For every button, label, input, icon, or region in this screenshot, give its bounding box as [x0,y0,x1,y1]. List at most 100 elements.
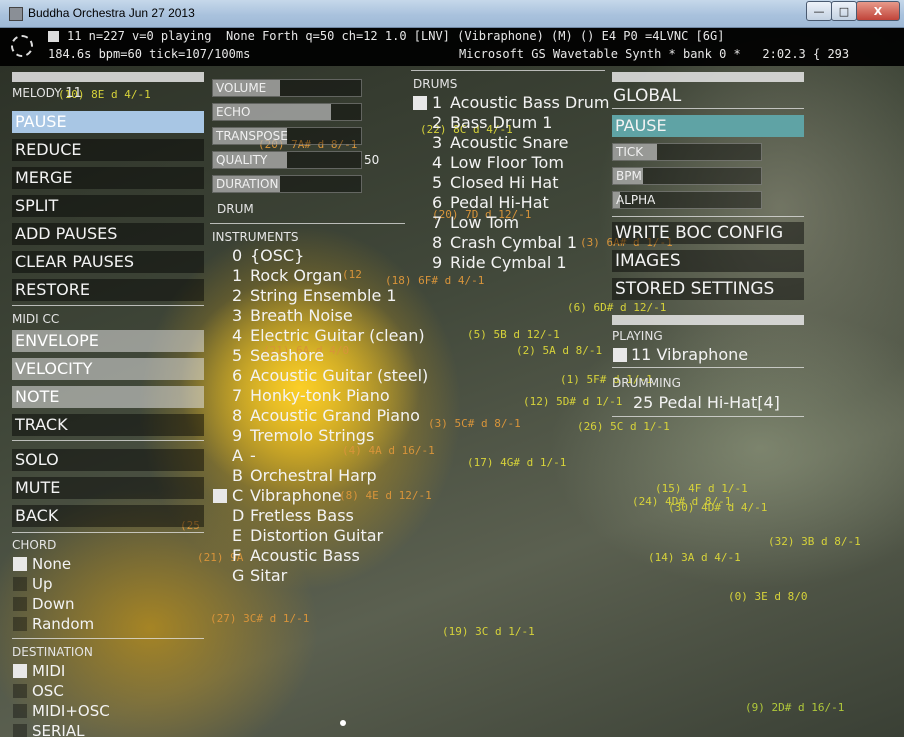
minimize-button[interactable]: — [806,1,832,21]
instrument-item[interactable]: 0 {OSC} [232,246,304,266]
instrument-item[interactable]: 2 String Ensemble 1 [232,286,397,306]
right-button-images[interactable]: IMAGES [612,250,804,272]
instrument-item[interactable]: 3 Breath Noise [232,306,353,326]
instrument-item[interactable]: 5 Seashore [232,346,324,366]
slider-duration[interactable]: DURATION [212,175,362,193]
chord-radio-down[interactable] [13,597,27,611]
cc-button-envelope[interactable]: ENVELOPE [12,330,204,352]
instrument-index: E [232,526,243,545]
chord-option-random[interactable]: Random [32,615,94,634]
drum-item[interactable]: 1 Acoustic Bass Drum [432,93,610,113]
chord-radio-random[interactable] [13,617,27,631]
gear-icon[interactable] [11,35,33,57]
instrument-item[interactable]: F Acoustic Bass [232,546,360,566]
instrument-item[interactable]: 8 Acoustic Grand Piano [232,406,420,426]
right-button-stored-settings[interactable]: STORED SETTINGS [612,278,804,300]
slider-bpm[interactable]: BPM [612,167,762,185]
drum-item[interactable]: 6 Pedal Hi-Hat [432,193,549,213]
instrument-item[interactable]: G Sitar [232,566,287,586]
drum-item[interactable]: 7 Low Tom [432,213,519,233]
drumming-value: 25 Pedal Hi-Hat[4] [633,393,780,412]
cc-button-velocity[interactable]: VELOCITY [12,358,204,380]
instrument-item[interactable]: 6 Acoustic Guitar (steel) [232,366,428,386]
right-mid-bar [612,315,804,325]
instrument-item[interactable]: E Distortion Guitar [232,526,383,546]
destination-radio-serial[interactable] [13,724,27,737]
instrument-index: D [232,506,245,525]
drum-name: Crash Cymbal 1 [450,233,578,252]
note-label: (14) 3A d 4/-1 [648,551,741,564]
cc-button-note[interactable]: NOTE [12,386,204,408]
instrument-item[interactable]: A- [232,446,256,466]
slider-tick[interactable]: TICK [612,143,762,161]
right-button-write-boc-config[interactable]: WRITE BOC CONFIG [612,222,804,244]
instrument-item[interactable]: 7 Honky-tonk Piano [232,386,390,406]
maximize-button[interactable]: □ [831,1,857,21]
chord-radio-none[interactable] [13,557,27,571]
mode-button-mute[interactable]: MUTE [12,477,204,499]
left-button-reduce[interactable]: REDUCE [12,139,204,161]
global-pause-button[interactable]: PAUSE [612,115,804,137]
destination-option-midi-osc[interactable]: MIDI+OSC [32,702,110,721]
left-button-restore[interactable]: RESTORE [12,279,204,301]
drum-label: DRUM [217,202,254,216]
left-button-merge[interactable]: MERGE [12,167,204,189]
drum-item[interactable]: 2 Bass Drum 1 [432,113,552,133]
right-separator-1 [612,216,804,217]
instrument-selected-checkbox[interactable] [213,489,227,503]
slider-alpha[interactable]: ALPHA [612,191,762,209]
drums-top-separator [411,70,605,71]
status-line-3: Microsoft GS Wavetable Synth * bank 0 * … [459,47,850,61]
destination-option-serial[interactable]: SERIAL [32,722,84,737]
instrument-item[interactable]: C Vibraphone [232,486,342,506]
slider-label: VOLUME [216,81,267,95]
right-top-bar [612,72,804,82]
instrument-item[interactable]: B Orchestral Harp [232,466,377,486]
title-bar[interactable]: Buddha Orchestra Jun 27 2013 — □ X [0,0,904,28]
instrument-item[interactable]: 9 Tremolo Strings [232,426,374,446]
playing-checkbox[interactable] [613,348,627,362]
instrument-item[interactable]: 4 Electric Guitar (clean) [232,326,425,346]
instrument-index: 1 [232,266,243,285]
drum-item[interactable]: 3 Acoustic Snare [432,133,569,153]
instruments-label: INSTRUMENTS [212,230,299,244]
slider-echo[interactable]: ECHO [212,103,362,121]
close-button[interactable]: X [856,1,900,21]
left-button-clear-pauses[interactable]: CLEAR PAUSES [12,251,204,273]
drum-item[interactable]: 5 Closed Hi Hat [432,173,559,193]
instrument-item[interactable]: D Fretless Bass [232,506,354,526]
left-button-split[interactable]: SPLIT [12,195,204,217]
slider-volume[interactable]: VOLUME [212,79,362,97]
left-button-pause[interactable]: PAUSE [12,111,204,133]
drum-item[interactable]: 4 Low Floor Tom [432,153,564,173]
destination-radio-midi[interactable] [13,664,27,678]
destination-radio-osc[interactable] [13,684,27,698]
instrument-index: 5 [232,346,243,365]
status-square-icon [48,31,59,42]
cc-button-track[interactable]: TRACK [12,414,204,436]
drum-item[interactable]: 9 Ride Cymbal 1 [432,253,567,273]
midi-cc-label: MIDI CC [12,312,60,326]
instrument-index: G [232,566,245,585]
instrument-name: Vibraphone [250,486,342,505]
chord-option-none[interactable]: None [32,555,71,574]
chord-option-down[interactable]: Down [32,595,75,614]
mode-button-back[interactable]: BACK [12,505,204,527]
destination-radio-midi-osc[interactable] [13,704,27,718]
visualizer-canvas[interactable]: 11 n=227 v=0 playing None Forth q=50 ch=… [0,28,904,737]
drum-index: 9 [432,253,443,272]
drum-selected-checkbox[interactable] [413,96,427,110]
chord-radio-up[interactable] [13,577,27,591]
destination-option-osc[interactable]: OSC [32,682,64,701]
destination-option-midi[interactable]: MIDI [32,662,65,681]
chord-option-up[interactable]: Up [32,575,53,594]
instrument-item[interactable]: 1 Rock Organ [232,266,342,286]
slider-transpose[interactable]: TRANSPOSE [212,127,362,145]
left-button-add-pauses[interactable]: ADD PAUSES [12,223,204,245]
instrument-name: Tremolo Strings [250,426,375,445]
mode-button-solo[interactable]: SOLO [12,449,204,471]
instrument-name: Fretless Bass [250,506,354,525]
note-label: (3) 5C# d 8/-1 [428,417,521,430]
slider-quality[interactable]: QUALITY 50 [212,151,379,169]
drum-item[interactable]: 8 Crash Cymbal 1 [432,233,577,253]
